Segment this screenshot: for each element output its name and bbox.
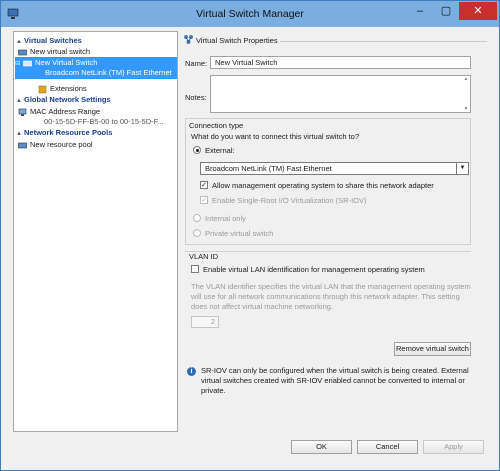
- internal-label: Internal only: [205, 214, 246, 223]
- allow-management-checkbox[interactable]: ✓: [200, 181, 208, 189]
- vlan-checkbox[interactable]: [191, 265, 199, 273]
- properties-pane: Virtual Switch Properties Name: New Virt…: [181, 31, 487, 432]
- connection-question: What do you want to connect this virtual…: [191, 132, 359, 141]
- virtual-switch-manager-window: Virtual Switch Manager – ▢ ✕ ▲ Virtual Sw…: [0, 0, 500, 471]
- private-label: Private virtual switch: [205, 229, 274, 238]
- name-input[interactable]: New Virtual Switch: [210, 56, 471, 69]
- adapter-select[interactable]: Broadcom NetLink (TM) Fast Ethernet ▼: [200, 162, 469, 175]
- pool-icon: [18, 142, 27, 148]
- name-label: Name:: [185, 59, 208, 68]
- minimize-button[interactable]: –: [407, 2, 433, 20]
- extensions-label: Extensions: [50, 84, 87, 93]
- title-bar: Virtual Switch Manager – ▢ ✕: [1, 1, 499, 27]
- chevron-down-icon[interactable]: ▼: [456, 163, 468, 174]
- new-virtual-switch-item[interactable]: New virtual switch: [18, 46, 90, 57]
- virtual-switches-header: Virtual Switches: [24, 36, 82, 45]
- network-icon: [18, 108, 27, 116]
- section-virtual-switches[interactable]: ▲ Virtual Switches: [16, 35, 82, 46]
- switch-icon: [23, 60, 32, 66]
- mac-address-range-label: MAC Address Range: [30, 107, 101, 116]
- new-virtual-switch-label: New virtual switch: [30, 47, 91, 56]
- new-resource-pool-item[interactable]: New resource pool: [18, 139, 93, 150]
- notes-textarea[interactable]: [210, 75, 471, 113]
- resource-pools-header: Network Resource Pools: [24, 128, 113, 137]
- sriov-label: Enable Single-Root I/O Virtualization (S…: [212, 196, 367, 205]
- switch-icon: [18, 49, 27, 55]
- puzzle-icon: [38, 85, 47, 93]
- maximize-button[interactable]: ▢: [433, 2, 459, 20]
- external-radio[interactable]: [193, 146, 201, 154]
- extensions-item[interactable]: Extensions: [38, 83, 87, 94]
- info-icon: i: [187, 367, 196, 376]
- cancel-button[interactable]: Cancel: [357, 440, 418, 454]
- vlan-id-input[interactable]: 2: [191, 316, 219, 328]
- selected-switch-name: New Virtual Switch: [35, 58, 98, 67]
- connection-type-label: Connection type: [189, 121, 244, 130]
- private-radio[interactable]: [193, 229, 201, 237]
- ok-button[interactable]: OK: [291, 440, 352, 454]
- vlan-description: The VLAN identifier specifies the virtua…: [191, 282, 471, 311]
- allow-management-label: Allow management operating system to sha…: [212, 181, 434, 190]
- sriov-note: SR-IOV can only be configured when the v…: [201, 366, 469, 395]
- selected-switch-item[interactable]: ⊟ New Virtual Switch Broadcom NetLink (TM…: [15, 57, 177, 79]
- adapter-select-value: Broadcom NetLink (TM) Fast Ethernet: [205, 164, 332, 173]
- properties-header-label: Virtual Switch Properties: [196, 36, 278, 45]
- expand-icon[interactable]: ⊟: [15, 59, 23, 70]
- vlan-header: VLAN ID: [189, 252, 219, 261]
- navigation-tree: ▲ Virtual Switches New virtual switch ⊟ Ne…: [13, 31, 178, 432]
- switch-icon: [184, 35, 193, 44]
- section-global-network-settings[interactable]: ▲ Global Network Settings: [16, 94, 111, 105]
- close-button[interactable]: ✕: [459, 2, 497, 20]
- sriov-checkbox[interactable]: ✓: [200, 196, 208, 204]
- section-network-resource-pools[interactable]: ▲ Network Resource Pools: [16, 127, 112, 138]
- vlan-checkbox-label: Enable virtual LAN identification for ma…: [203, 265, 425, 274]
- notes-label: Notes:: [185, 93, 207, 102]
- header-divider: [280, 41, 487, 42]
- external-label: External:: [205, 146, 235, 155]
- new-resource-pool-label: New resource pool: [30, 140, 93, 149]
- internal-radio[interactable]: [193, 214, 201, 222]
- apply-button[interactable]: Apply: [423, 440, 484, 454]
- notes-scrollbar[interactable]: ▲ ▼: [462, 76, 470, 112]
- remove-virtual-switch-button[interactable]: Remove virtual switch: [394, 342, 471, 356]
- properties-header: Virtual Switch Properties: [181, 31, 487, 47]
- global-settings-header: Global Network Settings: [24, 95, 111, 104]
- mac-address-value: 00-15-5D-FF-B5-00 to 00-15-5D-F...: [44, 117, 164, 126]
- selected-switch-adapter: Broadcom NetLink (TM) Fast Ethernet: [45, 68, 172, 77]
